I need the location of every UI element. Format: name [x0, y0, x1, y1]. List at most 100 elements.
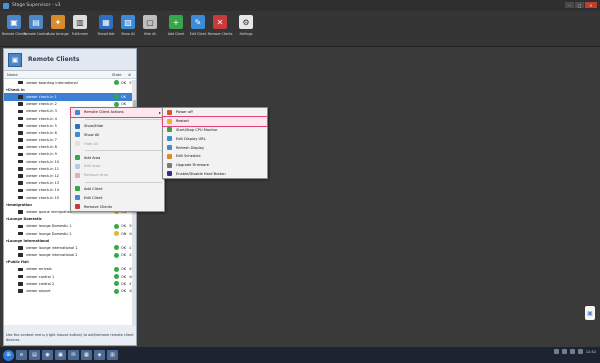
toolbar-edit-client-button[interactable]: ✎ Edit Client — [187, 11, 209, 36]
edit-display-url-icon — [167, 136, 172, 142]
tree-row[interactable]: viewer check-in 1 OK — [4, 93, 136, 101]
status-indicator-icon — [114, 231, 119, 237]
side-panel-tab[interactable]: ▣ — [585, 306, 595, 320]
toolbar-remove-client-button[interactable]: ✕ Remove Clients — [208, 11, 232, 36]
status-indicator-icon — [114, 101, 119, 107]
column-state[interactable]: State — [112, 73, 128, 77]
menu-item-remove-clients[interactable]: Remove Clients — [71, 202, 164, 211]
client-name: viewer check-in 2 — [26, 102, 57, 107]
tray-icon[interactable] — [553, 349, 559, 354]
title-bar: Stage Supervisor - v3 – □ ✕ — [0, 0, 600, 11]
window-controls: – □ ✕ — [565, 2, 597, 8]
computer-icon — [18, 145, 23, 150]
tree-row[interactable]: viewer lounge Domestic 1OK39 — [4, 223, 136, 230]
menu-item-label: Refresh Display — [176, 145, 204, 150]
toolbar-add-client-button[interactable]: + Add Client — [165, 11, 187, 36]
clock[interactable]: 12:42 — [586, 350, 596, 354]
tree-group[interactable]: ▾ Public Hall — [4, 258, 136, 266]
status-indicator-icon — [114, 288, 119, 294]
submenu-item-restart[interactable]: Restart — [162, 115, 268, 127]
taskbar-app-icon[interactable]: ✉ — [68, 350, 79, 360]
start-stop-cpu-monitor-icon — [167, 127, 172, 133]
remove-clients-icon — [75, 204, 80, 210]
submenu-item-edit-display-url[interactable]: Edit Display URL — [163, 134, 267, 143]
toolbar-fullscreen-button[interactable]: ▥ FullScreen — [69, 11, 91, 36]
toolbar-showhide-button[interactable]: ▦ Show/Hide — [95, 11, 117, 36]
toolbar-hideall-button[interactable]: ▢ Hide All — [139, 11, 161, 36]
menu-item-add-area[interactable]: Add Area — [71, 153, 164, 162]
tree-row[interactable]: viewer lounge international 1OK41 — [4, 244, 136, 251]
toolbar-gear-button[interactable]: ⚙ Settings — [235, 11, 257, 36]
group-label: Public Hall — [7, 260, 29, 265]
tree-row[interactable]: viewer lounge international 2OK42 — [4, 252, 136, 259]
tree-group[interactable]: ▾ Lounge International — [4, 237, 136, 245]
maximize-button[interactable]: □ — [575, 2, 584, 8]
toolbar-showall-button[interactable]: ▧ Show All — [117, 11, 139, 36]
taskbar-app-icon[interactable]: ▣ — [55, 350, 66, 360]
status-text: OK — [121, 245, 127, 250]
submenu-item-upgrade-firmware[interactable]: Upgrade Firmware — [163, 161, 267, 170]
remove-area-icon — [75, 172, 80, 178]
menu-item-label: Add Client — [84, 186, 103, 191]
computer-icon — [18, 246, 23, 250]
menu-item-label: Hide All — [84, 141, 98, 146]
gear-icon: ⚙ — [239, 15, 253, 29]
group-label: Check In — [7, 87, 25, 92]
window-title: Stage Supervisor - v3 — [12, 3, 61, 8]
tree-row[interactable]: viewer control 1OK46 — [4, 273, 136, 280]
status-indicator-icon — [114, 274, 119, 280]
status-text: OK — [121, 289, 127, 294]
pane-title: Remote Clients — [28, 56, 80, 63]
submenu-item-start-stop-cpu-monitor[interactable]: Start/Stop CPU Monitor — [163, 126, 267, 135]
tree-row[interactable]: viewer arrivalsOK45 — [4, 266, 136, 273]
taskbar-app-icon[interactable]: ▤ — [29, 350, 40, 360]
menu-item-label: Start/Stop CPU Monitor — [176, 127, 218, 132]
client-name: viewer lounge Domestic 2 — [26, 231, 72, 236]
menu-item-show-hide[interactable]: Show/Hide — [71, 122, 164, 131]
menu-item-label: Show All — [84, 132, 100, 137]
tree-row[interactable]: viewer lounge Domestic 2ON40 — [4, 230, 136, 237]
tray-icon[interactable] — [569, 349, 575, 354]
taskbar-app-icon[interactable]: ◈ — [94, 350, 105, 360]
minimize-button[interactable]: – — [565, 2, 574, 8]
submenu-item-refresh-display[interactable]: Refresh Display — [163, 143, 267, 152]
start-button[interactable]: ⊞ — [3, 349, 14, 361]
menu-item-remote-client-actions[interactable]: Remote Client Actions ▸ — [70, 107, 165, 118]
close-button[interactable]: ✕ — [585, 2, 597, 8]
tree-row[interactable]: viewer airportOK48 — [4, 287, 136, 294]
submenu-item-power-off[interactable]: Power off — [163, 108, 267, 117]
taskbar-app-icon[interactable]: ▦ — [81, 350, 92, 360]
taskbar-app-icon[interactable]: ▥ — [107, 350, 118, 360]
column-name[interactable]: Name — [4, 73, 112, 77]
taskbar-app-icon[interactable]: e — [16, 350, 27, 360]
column-header: Name State # — [4, 71, 136, 79]
column-number[interactable]: # — [128, 73, 131, 77]
status-text: OK — [121, 267, 127, 272]
menu-item-edit-client[interactable]: Edit Client — [71, 193, 164, 202]
toolbar-remote-button[interactable]: ▤ Remote Control — [24, 11, 48, 36]
submenu-item-enable-disable-hard-button[interactable]: Enable/Disable Hard Button — [163, 170, 267, 179]
toolbar-monitor-button[interactable]: ▣ Remote Clients — [2, 11, 26, 36]
submenu-item-edit-schedule[interactable]: Edit Schedule — [163, 152, 267, 161]
edit-area-icon — [75, 163, 80, 169]
tray-icon[interactable] — [561, 349, 567, 354]
computer-icon — [18, 116, 23, 121]
refresh-display-icon — [167, 145, 172, 151]
client-name: viewer boarding international — [26, 80, 78, 85]
tree-row[interactable]: viewer boarding internationalOK35 — [4, 79, 136, 86]
taskbar-app-icon[interactable]: ◉ — [42, 350, 53, 360]
menu-item-add-client[interactable]: Add Client — [71, 185, 164, 194]
tree-group[interactable]: ▾ Lounge Domestic — [4, 215, 136, 223]
menu-item-show-all[interactable]: Show All — [71, 131, 164, 140]
taskbar: ⊞ e ▤ ◉ ▣ ✉ ▦ ◈ ▥ 12:42 — [0, 347, 600, 363]
toolbar-arrange-button[interactable]: ✦ Auto Arrange — [47, 11, 69, 36]
taskbar-apps: ⊞ e ▤ ◉ ▣ ✉ ▦ ◈ ▥ — [3, 349, 120, 361]
arrange-icon: ✦ — [51, 15, 65, 29]
volume-icon[interactable] — [577, 349, 583, 354]
tree-row[interactable]: viewer control 2OK47 — [4, 280, 136, 287]
show-hide-icon — [75, 123, 80, 129]
show-all-icon — [75, 132, 80, 138]
status-indicator-icon — [114, 223, 119, 229]
tree-group[interactable]: ▾ Check In — [4, 86, 136, 94]
menu-item-label: Edit Display URL — [176, 136, 206, 141]
